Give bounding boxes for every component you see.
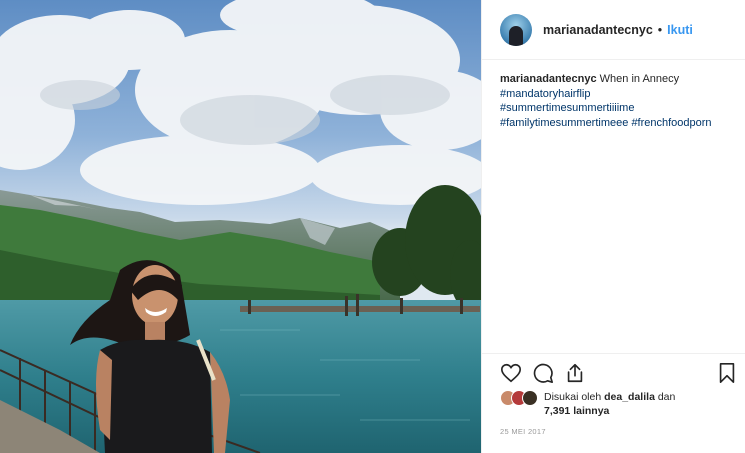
post-footer: Disukai oleh dea_dalila dan 7,391 lainny…	[482, 353, 745, 436]
post-sidebar: marianadantecnyc • Ikuti marianadantecny…	[481, 0, 745, 453]
post-caption: marianadantecnyc When in Annecy #mandato…	[500, 72, 736, 130]
hashtag-link[interactable]: #familytimesummertimeee	[500, 117, 628, 129]
post-header: marianadantecnyc • Ikuti	[482, 0, 745, 60]
avatar[interactable]	[500, 13, 532, 46]
likes-summary: Disukai oleh dea_dalila dan 7,391 lainny…	[482, 390, 745, 426]
liker-username[interactable]: dea_dalila	[604, 391, 655, 403]
hashtag-link[interactable]: #mandatoryhairflip	[500, 87, 736, 102]
action-bar	[482, 354, 745, 390]
hashtag-link[interactable]: #frenchfoodporn	[631, 117, 711, 129]
liker-avatars	[500, 390, 544, 408]
separator-dot: •	[657, 22, 663, 37]
avatar-figure	[509, 25, 523, 46]
liker-avatar[interactable]	[522, 390, 538, 406]
lake-annecy-photo	[0, 0, 481, 453]
follow-button[interactable]: Ikuti	[667, 23, 693, 37]
instagram-post: marianadantecnyc • Ikuti marianadantecny…	[0, 0, 745, 453]
likes-text: Disukai oleh dea_dalila dan 7,391 lainny…	[544, 390, 675, 418]
share-icon[interactable]	[564, 362, 586, 384]
bookmark-icon[interactable]	[716, 362, 738, 384]
caption-username[interactable]: marianadantecnyc	[500, 73, 597, 85]
heart-icon[interactable]	[500, 362, 522, 384]
caption-text: When in Annecy	[599, 73, 680, 85]
hashtag-link[interactable]: #summertimesummertiiiime	[500, 101, 736, 116]
header-text: marianadantecnyc • Ikuti	[543, 23, 693, 37]
likes-count[interactable]: 7,391 lainnya	[544, 405, 609, 417]
post-photo[interactable]	[0, 0, 481, 453]
post-date[interactable]: 25 MEI 2017	[500, 427, 546, 436]
likes-conjunction: dan	[657, 391, 676, 403]
header-username[interactable]: marianadantecnyc	[543, 23, 653, 37]
comment-icon[interactable]	[532, 362, 554, 384]
likes-prefix: Disukai oleh	[544, 391, 602, 403]
